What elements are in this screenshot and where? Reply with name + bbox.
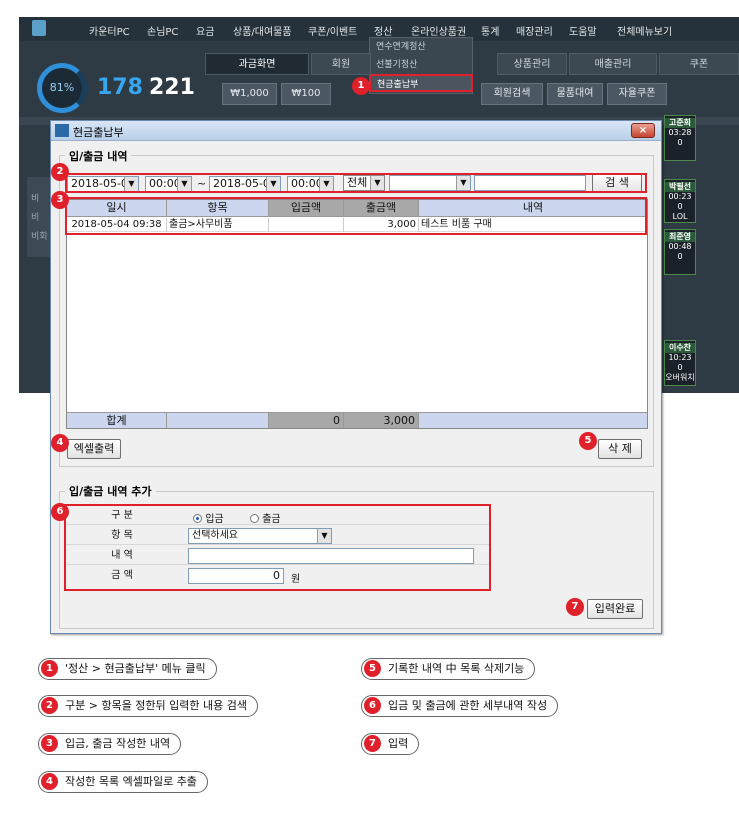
legend-item-6: 6 입금 및 출금에 관한 세부내역 작성 — [361, 695, 559, 717]
excel-export-button[interactable]: 엑셀출력 — [67, 439, 121, 459]
close-button[interactable]: × — [631, 123, 655, 138]
self-coupon-button[interactable]: 자율쿠폰 — [607, 83, 667, 105]
usage-gauge: 81% — [37, 63, 87, 113]
step-badge-6: 6 — [51, 503, 69, 521]
settlement-dropdown: 연수연계정산 선불기정산 현금출납부 — [369, 37, 473, 94]
footer-detail — [419, 412, 647, 428]
stat-total: 221 — [149, 75, 195, 100]
legend-item-7: 7 입력 — [361, 733, 420, 755]
highlight-table-rows — [65, 197, 647, 235]
highlight-search-row — [65, 173, 647, 193]
menu-fee[interactable]: 요금 — [196, 23, 214, 38]
cashbook-dialog: 현금출납부 × 입/출금 내역 2018-05-04 ▼ 00:00 ▼ ~ 201… — [50, 120, 662, 634]
add-entry-group-title: 입/출금 내역 추가 — [65, 483, 156, 499]
step-badge-3: 3 — [51, 191, 69, 209]
step-badge-7: 7 — [566, 598, 584, 616]
tab-billing[interactable]: 과금화면 — [205, 53, 309, 75]
tab-sales[interactable]: 매출관리 — [569, 53, 657, 75]
menu-all[interactable]: 전체메뉴보기 — [617, 23, 672, 38]
step-badge-4: 4 — [51, 434, 69, 452]
step-badge-2: 2 — [51, 163, 69, 181]
dialog-title: 현금출납부 — [73, 126, 124, 139]
menu-coupon-event[interactable]: 쿠폰/이벤트 — [308, 23, 357, 38]
app-icon — [55, 124, 69, 137]
footer-withdraw-total: 3,000 — [344, 412, 419, 428]
seat-card[interactable]: 최준영 00:48 0 — [664, 229, 696, 275]
tab-products[interactable]: 상품관리 — [497, 53, 567, 75]
menu-counter-pc[interactable]: 카운터PC — [89, 23, 130, 38]
highlight-entry-form — [64, 504, 491, 591]
footer-label: 합계 — [67, 412, 167, 428]
amount-1000-button[interactable]: ₩1,000 — [222, 83, 277, 105]
step-badge-1: 1 — [352, 77, 370, 95]
left-panel: 비 비 비회 — [27, 177, 52, 257]
menu-guest-pc[interactable]: 손님PC — [147, 23, 178, 38]
menu-store[interactable]: 매장관리 — [516, 23, 553, 38]
step-badge-5: 5 — [579, 432, 597, 450]
legend-item-2: 2 구분 > 항목을 정한뒤 입력한 내용 검색 — [38, 695, 258, 717]
menu-help[interactable]: 도움말 — [569, 23, 597, 38]
history-group-title: 입/출금 내역 — [65, 148, 132, 164]
seat-card[interactable]: 이수찬 10:23 0 오버워치 — [664, 340, 696, 386]
rental-button[interactable]: 물품대여 — [547, 83, 603, 105]
menu-settlement[interactable]: 정산 — [374, 23, 392, 38]
menu-stats[interactable]: 통계 — [481, 23, 499, 38]
dropdown-item-cashbook[interactable]: 현금출납부 — [369, 74, 473, 92]
seat-card[interactable]: 고준희 03:28 0 — [664, 115, 696, 161]
menu-online-voucher[interactable]: 온라인상품권 — [411, 23, 466, 38]
menu-products[interactable]: 상품/대여물품 — [233, 23, 292, 38]
seat-card[interactable]: 박필선 00:23 0 LOL — [664, 179, 696, 223]
delete-button[interactable]: 삭 제 — [598, 439, 642, 459]
member-search-button[interactable]: 회원검색 — [481, 83, 543, 105]
legend-item-1: 1 '정산 > 현금출납부' 메뉴 클릭 — [38, 658, 217, 680]
dropdown-item-prepaid[interactable]: 선불기정산 — [370, 56, 472, 74]
legend-item-4: 4 작성한 목록 엑셀파일로 추출 — [38, 771, 208, 793]
app-logo-icon — [32, 20, 46, 36]
dropdown-item-linked[interactable]: 연수연계정산 — [370, 38, 472, 56]
tab-coupon[interactable]: 쿠폰 — [659, 53, 739, 75]
submit-button[interactable]: 입력완료 — [587, 599, 643, 619]
stat-used: 178 — [97, 75, 143, 100]
footer-blank — [167, 412, 269, 428]
legend-item-3: 3 입금, 출금 작성한 내역 — [38, 733, 182, 755]
footer-deposit-total: 0 — [269, 412, 344, 428]
legend-item-5: 5 기록한 내역 中 목록 삭제기능 — [361, 658, 536, 680]
amount-100-button[interactable]: ₩100 — [281, 83, 331, 105]
dialog-titlebar: 현금출납부 × — [51, 121, 661, 141]
tab-member[interactable]: 회원 — [311, 53, 371, 75]
